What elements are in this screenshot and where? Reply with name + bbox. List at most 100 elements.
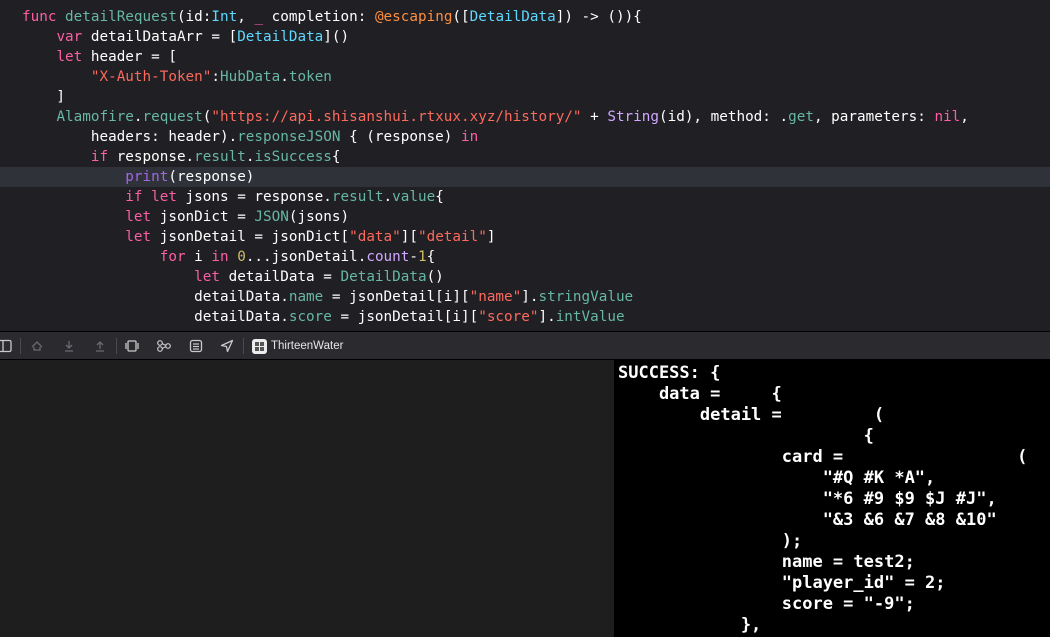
code-token: { bbox=[426, 249, 436, 265]
console-line: card = ( bbox=[618, 447, 1028, 467]
code-token: "https://api.shisanshui.rtxux.xyz/histor… bbox=[211, 109, 582, 125]
memory-graph-icon[interactable] bbox=[155, 337, 173, 355]
code-token: . bbox=[133, 109, 143, 125]
code-token: let bbox=[125, 209, 152, 225]
code-line[interactable]: let jsonDict = JSON(jsons) bbox=[0, 207, 1050, 227]
variables-view[interactable] bbox=[0, 360, 614, 637]
code-token: 0 bbox=[237, 249, 246, 265]
code-token: score bbox=[288, 309, 332, 325]
code-token: () bbox=[426, 269, 444, 285]
code-token: request bbox=[142, 109, 203, 125]
code-token: print bbox=[125, 169, 169, 185]
code-token: = jsonDetail[i][ bbox=[331, 309, 479, 325]
code-token: intValue bbox=[555, 309, 625, 325]
app-target-icon bbox=[252, 339, 267, 354]
code-line[interactable]: let header = [ bbox=[0, 47, 1050, 67]
code-line[interactable]: if let jsons = response.result.value{ bbox=[0, 187, 1050, 207]
code-token: ]() bbox=[323, 29, 350, 45]
console-line: "*6 #9 $9 $J #J", bbox=[618, 489, 997, 509]
toolbar-separator bbox=[20, 338, 21, 354]
code-line[interactable]: for i in 0...jsonDetail.count-1{ bbox=[0, 247, 1050, 267]
toolbar-separator bbox=[116, 338, 117, 354]
code-token: isSuccess bbox=[254, 149, 332, 165]
code-token: get bbox=[788, 109, 814, 125]
code-token: JSON bbox=[254, 209, 289, 225]
code-token: ] bbox=[486, 229, 496, 245]
console-line: score = "-9"; bbox=[618, 594, 915, 614]
code-token: (jsons) bbox=[288, 209, 350, 225]
code-token: headers: header). bbox=[22, 129, 238, 145]
code-token: ][ bbox=[400, 229, 418, 245]
code-token: ([ bbox=[452, 9, 470, 25]
code-token: , bbox=[237, 9, 255, 25]
toolbar-separator bbox=[243, 338, 244, 354]
code-line[interactable]: let detailData = DetailData() bbox=[0, 267, 1050, 287]
code-token: stringValue bbox=[538, 289, 634, 305]
debug-toolbar: ThirteenWater bbox=[0, 331, 1050, 360]
code-token: detailData. bbox=[22, 309, 289, 325]
hide-debug-area-icon[interactable] bbox=[0, 337, 14, 355]
code-token: let bbox=[125, 229, 152, 245]
code-token: detailData = bbox=[219, 269, 341, 285]
code-token: name bbox=[288, 289, 324, 305]
code-line[interactable]: if response.result.isSuccess{ bbox=[0, 147, 1050, 167]
current-code-line[interactable]: print(response) bbox=[0, 167, 1050, 187]
code-token: = jsonDetail[i][ bbox=[323, 289, 470, 305]
code-token: nil bbox=[934, 109, 961, 125]
environment-overrides-icon[interactable] bbox=[187, 337, 205, 355]
console-line: { bbox=[618, 426, 874, 446]
continue-icon[interactable] bbox=[28, 337, 46, 355]
code-token: responseJSON bbox=[237, 129, 341, 145]
target-name[interactable]: ThirteenWater bbox=[271, 338, 343, 354]
code-token: { bbox=[331, 149, 341, 165]
code-editor[interactable]: func detailRequest(id:Int, _ completion:… bbox=[0, 0, 1050, 331]
code-line[interactable]: var detailDataArr = [DetailData]() bbox=[0, 27, 1050, 47]
code-line[interactable]: func detailRequest(id:Int, _ completion:… bbox=[0, 7, 1050, 27]
console-output[interactable]: SUCCESS: { data = { detail = ( { card = … bbox=[616, 360, 1050, 637]
code-line[interactable]: detailData.name = jsonDetail[i]["name"].… bbox=[0, 287, 1050, 307]
code-token: "detail" bbox=[417, 229, 487, 245]
code-token: Int bbox=[211, 9, 238, 25]
code-token: . bbox=[383, 189, 393, 205]
code-token: HubData bbox=[220, 69, 281, 85]
console-line: name = test2; bbox=[618, 552, 915, 572]
debug-view-hierarchy-icon[interactable] bbox=[123, 337, 141, 355]
console-line: }, bbox=[618, 615, 762, 635]
code-token: jsonDetail = jsonDict[ bbox=[151, 229, 350, 245]
code-line[interactable]: Alamofire.request("https://api.shisanshu… bbox=[0, 107, 1050, 127]
code-token: if let bbox=[125, 189, 177, 205]
code-token: detailRequest bbox=[65, 9, 177, 25]
code-token: DetailData bbox=[469, 9, 556, 25]
step-into-icon[interactable] bbox=[91, 337, 109, 355]
code-line[interactable]: detailData.score = jsonDetail[i]["score"… bbox=[0, 307, 1050, 327]
simulate-location-icon[interactable] bbox=[218, 337, 236, 355]
code-token: value bbox=[392, 189, 436, 205]
console-line: SUCCESS: { bbox=[618, 363, 721, 383]
code-line[interactable]: ] bbox=[0, 87, 1050, 107]
code-token: : bbox=[211, 69, 220, 85]
code-token: jsons = response. bbox=[176, 189, 332, 205]
code-token: (id), method: . bbox=[659, 109, 789, 125]
code-line[interactable]: "X-Auth-Token":HubData.token bbox=[0, 67, 1050, 87]
console-line: data = { bbox=[618, 384, 782, 404]
code-token: "X-Auth-Token" bbox=[90, 69, 212, 85]
code-token: ]) -> ()){ bbox=[555, 9, 642, 25]
code-line[interactable]: let jsonDetail = jsonDict["data"]["detai… bbox=[0, 227, 1050, 247]
code-token: , parameters: bbox=[813, 109, 935, 125]
step-over-icon[interactable] bbox=[60, 337, 78, 355]
code-token: result bbox=[194, 149, 246, 165]
code-token: if bbox=[90, 149, 109, 165]
code-token: "data" bbox=[349, 229, 401, 245]
console-line: detail = ( bbox=[618, 405, 885, 425]
code-line[interactable]: headers: header).responseJSON { (respons… bbox=[0, 127, 1050, 147]
code-token: DetailData bbox=[237, 29, 324, 45]
code-token: - bbox=[409, 249, 418, 265]
